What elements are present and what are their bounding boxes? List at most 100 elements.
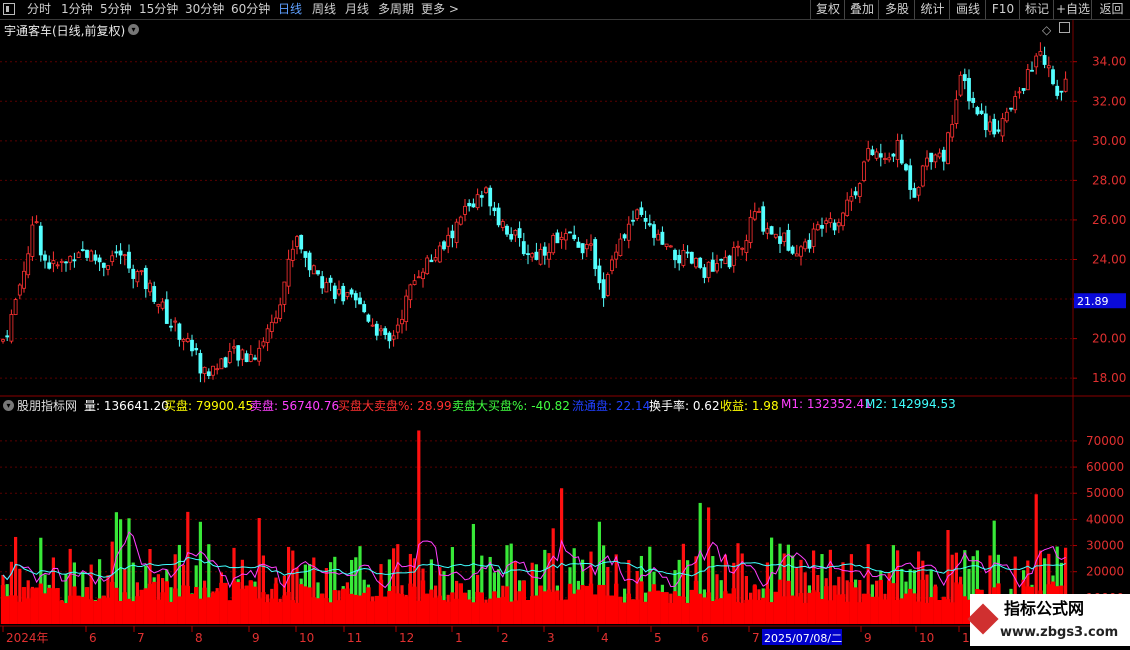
candle-body — [954, 99, 959, 124]
candle-body — [878, 153, 883, 158]
volume-fill — [441, 600, 447, 624]
tab-6[interactable]: 日线 — [278, 0, 302, 19]
candle-body — [454, 221, 459, 243]
toolbar-button-5[interactable]: F10 — [985, 0, 1020, 19]
candle-body — [295, 236, 299, 247]
volume-fill — [756, 600, 762, 624]
candle-body — [194, 348, 199, 351]
toolbar-button-1[interactable]: 叠加 — [844, 0, 879, 19]
volume-fill — [496, 597, 501, 624]
volume-fill — [160, 592, 165, 624]
volume-fill — [5, 596, 10, 624]
candle-body — [975, 107, 980, 115]
candle-body — [706, 261, 711, 279]
tab-5[interactable]: 60分钟 — [231, 0, 270, 19]
volume-fill — [672, 591, 678, 624]
toolbar-button-3[interactable]: 统计 — [914, 0, 950, 19]
volume-fill — [475, 591, 480, 624]
volume-fill — [143, 588, 148, 624]
volume-fill — [609, 595, 615, 624]
volume-fill — [135, 596, 140, 624]
tab-0[interactable]: 分时 — [27, 0, 51, 19]
candle-body — [513, 229, 518, 236]
volume-fill — [320, 593, 325, 624]
volume-fill — [437, 595, 442, 624]
candle-body — [1042, 55, 1047, 65]
volume-fill — [824, 586, 829, 624]
candle-body — [824, 220, 829, 224]
toolbar-button-6[interactable]: 标记 — [1019, 0, 1054, 19]
volume-fill — [656, 590, 661, 624]
candle-body — [727, 255, 732, 268]
volume-fill — [0, 585, 6, 624]
volume-fill — [719, 598, 724, 624]
volume-fill — [223, 582, 228, 624]
candle-body — [790, 246, 795, 254]
volume-fill — [530, 596, 535, 624]
toolbar-button-2[interactable]: 多股 — [878, 0, 915, 19]
volume-fill — [156, 599, 161, 624]
tab-2[interactable]: 5分钟 — [100, 0, 132, 19]
watermark-title: 指标公式网 — [1004, 599, 1084, 618]
candle-body — [891, 153, 896, 157]
volume-fill — [555, 590, 560, 624]
volume-fill — [387, 590, 392, 624]
candle-body — [13, 299, 18, 315]
date-label: 7 — [137, 631, 145, 645]
candle-body — [458, 216, 463, 225]
candle-body — [425, 257, 430, 275]
tab-3[interactable]: 15分钟 — [139, 0, 178, 19]
candle-body — [941, 149, 946, 162]
volume-fill — [874, 596, 879, 624]
volume-fill — [84, 587, 90, 624]
date-cursor-label: 2025/07/08/二 — [764, 632, 842, 645]
candle-body — [807, 239, 812, 249]
candle-body — [668, 245, 673, 248]
candle-body — [122, 254, 127, 257]
volume-fill — [748, 599, 753, 624]
volume-fill — [399, 593, 405, 624]
candle-body — [929, 152, 934, 163]
candle-body — [744, 240, 749, 253]
tab-4[interactable]: 30分钟 — [185, 0, 224, 19]
toolbar-button-0[interactable]: 复权 — [810, 0, 845, 19]
candle-body — [379, 328, 383, 332]
tab-7[interactable]: 周线 — [312, 0, 336, 19]
volume-fill — [248, 580, 253, 624]
toolbar-button-4[interactable]: 画线 — [949, 0, 986, 19]
candle-body — [311, 265, 316, 275]
candle-body — [1055, 85, 1060, 96]
volume-fill — [202, 587, 207, 624]
volume-fill — [538, 585, 543, 624]
candle-body — [1038, 51, 1043, 56]
volume-fill — [643, 601, 648, 624]
toolbar-button-7[interactable]: +自选 — [1053, 0, 1092, 19]
volume-fill — [681, 596, 686, 624]
volume-fill — [227, 600, 232, 624]
candle-body — [845, 199, 850, 216]
tab-9[interactable]: 多周期 — [378, 0, 414, 19]
candle-body — [622, 234, 627, 239]
tab-1[interactable]: 1分钟 — [61, 0, 93, 19]
date-label: 11 — [347, 631, 362, 645]
volume-fill — [324, 598, 329, 624]
volume-fill — [93, 600, 98, 624]
candle-body — [148, 282, 152, 293]
tab-8[interactable]: 月线 — [345, 0, 369, 19]
candle-body — [408, 284, 413, 301]
candle-body — [366, 314, 371, 322]
tab-10[interactable]: 更多 > — [421, 0, 459, 19]
volume-fill — [811, 590, 816, 624]
menu-icon[interactable] — [3, 3, 15, 15]
volume-fill — [567, 583, 573, 624]
volume-fill — [744, 600, 749, 624]
candle-body — [173, 320, 178, 323]
candle-body — [589, 243, 593, 246]
volume-tick-label: 70000 — [1086, 434, 1124, 448]
toolbar-button-8[interactable]: 返回 — [1091, 0, 1130, 19]
price-volume-chart[interactable]: 34.0032.0030.0028.0026.0024.0022.0020.00… — [0, 20, 1130, 650]
volume-fill — [265, 602, 270, 624]
candle-body — [177, 323, 182, 340]
volume-fill — [882, 599, 888, 624]
volume-fill — [899, 598, 904, 624]
